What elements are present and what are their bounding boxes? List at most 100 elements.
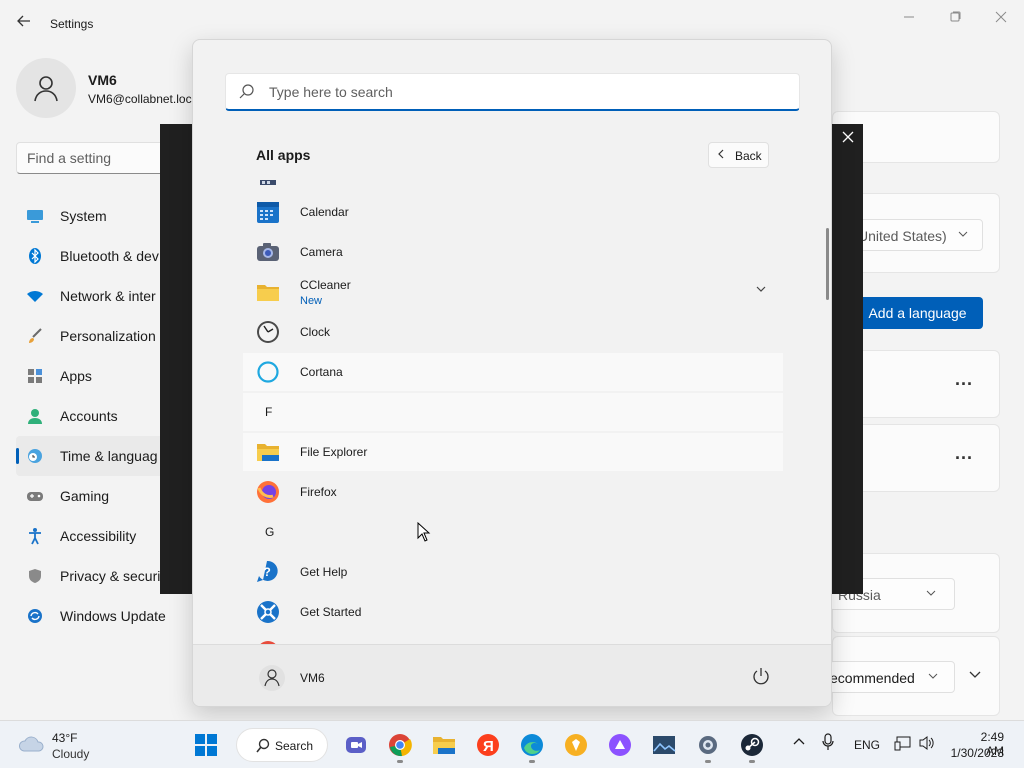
regional-format-dropdown[interactable]: ecommended [829,661,955,693]
alice-icon[interactable] [602,727,638,763]
firefox-icon [256,480,280,504]
running-indicator [397,760,403,763]
search-icon [238,83,256,101]
more-options-button[interactable]: ... [955,443,973,464]
avatar [16,58,76,118]
brave-icon[interactable] [558,727,594,763]
update-icon [26,607,44,625]
app-label: File Explorer [300,445,368,459]
app-title: Settings [50,17,94,31]
file-explorer-icon [256,440,280,464]
user-name: VM6 [88,72,117,88]
teams-icon[interactable] [338,727,374,763]
user-avatar[interactable] [259,665,285,691]
network-icon[interactable] [894,735,912,754]
app-label: Get Started [300,605,362,619]
start-menu: Type here to search All apps Back Calend… [192,39,832,707]
new-badge: New [300,295,323,307]
list-item[interactable] [243,633,783,644]
all-apps-list: Calendar Camera CCleaner New Clock Corta… [193,170,803,644]
volume-icon[interactable] [918,735,936,754]
yandex-icon[interactable]: Я [470,727,506,763]
apps-icon [26,367,44,385]
weather-description[interactable]: Cloudy [52,747,89,761]
folder-icon [256,280,280,304]
cloud-icon[interactable] [18,733,46,755]
nav-label: Privacy & securi [60,568,161,584]
language-indicator[interactable]: ENG [854,738,880,752]
all-apps-title: All apps [256,147,311,163]
start-footer: VM6 [193,644,831,706]
running-indicator [749,760,755,763]
app-label: Camera [300,245,343,259]
letter-header[interactable]: F [243,393,783,431]
nav-label: Bluetooth & dev [60,248,159,264]
search-label: Search [275,739,314,753]
more-options-button[interactable]: ... [955,369,973,390]
list-item[interactable]: Cortana [243,353,783,391]
get-help-icon: ? [256,560,280,584]
list-item[interactable]: Get Started [243,593,783,631]
start-search-input[interactable]: Type here to search [225,73,800,111]
regional-format-value: ecommended [830,670,915,686]
search-placeholder: Type here to search [269,84,393,100]
running-indicator [705,760,711,763]
monitor-icon [26,207,44,225]
chevron-down-icon[interactable] [755,283,767,298]
svg-text:?: ? [264,565,271,579]
nav-item-windows-update[interactable]: Windows Update [16,596,196,636]
close-button[interactable] [978,6,1024,30]
app-label: Get Help [300,565,348,579]
chevron-down-icon [928,668,938,684]
list-item[interactable]: Firefox [243,473,783,511]
running-indicator [529,760,535,763]
app-label: CCleaner [300,278,351,292]
letter-label: G [265,525,275,539]
power-icon[interactable] [749,665,773,689]
chevron-left-icon [717,148,725,163]
back-button[interactable]: Back [708,142,769,168]
nav-label: Accounts [60,408,118,424]
list-item[interactable]: Camera [243,233,783,271]
brush-icon [26,327,44,345]
nav-label: Apps [60,368,92,384]
photos-icon[interactable] [646,727,682,763]
list-item[interactable]: CCleaner New [243,273,783,311]
steam-icon[interactable] [734,727,770,763]
minimize-button[interactable] [886,6,932,30]
bluetooth-icon [26,247,44,265]
microphone-icon[interactable] [821,733,835,754]
list-item[interactable]: Calendar [243,193,783,231]
maximize-button[interactable] [932,6,978,30]
accounts-icon [26,407,44,425]
list-item[interactable]: File Explorer [243,433,783,471]
taskbar-search-button[interactable]: Search [236,728,328,762]
taskbar: 43°F Cloudy Search Я ENG 2:49 AM 1/30/20… [0,720,1024,768]
user-name[interactable]: VM6 [300,671,325,685]
settings-icon[interactable] [690,727,726,763]
app-icon [256,170,280,191]
scrollbar-thumb[interactable] [826,228,829,300]
file-explorer-icon[interactable] [426,727,462,763]
edge-icon[interactable] [514,727,550,763]
clock-date[interactable]: 1/30/2023 [950,746,1004,760]
nav-label: Personalization [60,328,156,344]
list-item[interactable]: Clock [243,313,783,351]
app-label: Clock [300,325,331,339]
chrome-icon[interactable] [382,727,418,763]
list-item[interactable]: ? Get Help [243,553,783,591]
weather-temperature[interactable]: 43°F [52,731,77,745]
display-language-dropdown[interactable]: United States) [853,219,983,251]
app-label: Firefox [300,485,337,499]
start-icon[interactable] [188,727,224,763]
nav-label: Network & inter [60,288,156,304]
chevron-up-icon[interactable] [792,735,806,752]
add-language-button[interactable]: Add a language [852,297,983,329]
regional-format-panel: ecommended [829,636,1000,716]
dialog-close-icon[interactable] [836,128,860,150]
letter-header[interactable]: G [243,513,783,551]
expand-chevron-icon[interactable] [969,667,981,683]
back-arrow-icon[interactable] [12,12,36,36]
app-label: Calendar [300,205,349,219]
mouse-cursor-icon [417,521,431,542]
